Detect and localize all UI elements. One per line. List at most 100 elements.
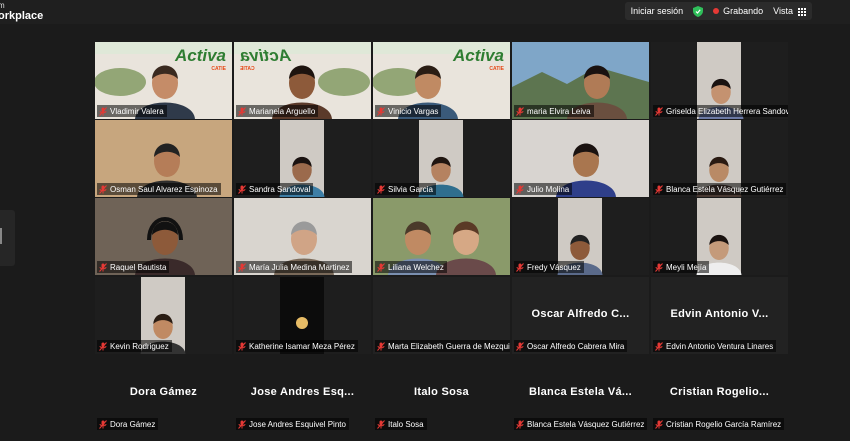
participant-tile[interactable]: Griselda Elizabeth Herrera Sandoval xyxy=(651,42,788,119)
participant-big-name: Blanca Estela Vá... xyxy=(529,386,632,398)
participant-tile[interactable]: Activa CATIE Vinicio Vargas xyxy=(373,42,510,119)
participant-name: Vladimir Valera xyxy=(110,106,164,116)
participant-name-tag: Fredy Vásquez xyxy=(514,261,584,273)
recording-indicator[interactable]: Grabando xyxy=(713,6,763,16)
recording-dot-icon xyxy=(713,8,720,14)
grid-view-icon xyxy=(798,7,806,16)
participant-tile[interactable]: Activa CATIE Marianela Arguello xyxy=(234,42,371,119)
muted-mic-icon xyxy=(99,262,110,272)
muted-mic-icon xyxy=(655,262,666,272)
participant-big-name: Dora Gámez xyxy=(129,386,198,398)
participant-name: Silvia Garcia xyxy=(388,184,433,194)
participant-name-tag: Blanca Estela Vásquez Gutiérrez xyxy=(514,418,648,430)
participant-name-tag: Jose Andres Esquivel Pinto xyxy=(236,418,349,430)
participant-tile[interactable]: Julio Molina xyxy=(512,120,649,197)
participant-tile[interactable]: Dora Gámez Dora Gámez xyxy=(95,355,232,432)
participant-name: Griselda Elizabeth Herrera Sandoval xyxy=(666,106,788,116)
participant-tile[interactable]: Marta Elizabeth Guerra de Mezquita xyxy=(373,277,510,354)
participant-name: Liliana Welchez xyxy=(388,262,444,272)
participant-name: Fredy Vásquez xyxy=(527,262,581,272)
view-label: Vista xyxy=(773,6,793,16)
participant-name-tag: Marta Elizabeth Guerra de Mezquita xyxy=(375,340,510,352)
muted-mic-icon xyxy=(516,419,527,429)
participant-big-name: Italo Sosa xyxy=(414,386,469,398)
participant-name: Marta Elizabeth Guerra de Mezquita xyxy=(388,341,510,351)
participant-name: Dora Gámez xyxy=(110,419,156,429)
participant-tile[interactable]: Fredy Vásquez xyxy=(512,198,649,275)
muted-mic-icon xyxy=(238,184,249,194)
participant-tile[interactable]: Cristian Rogelio... Cristian Rogelio Garc… xyxy=(651,355,788,432)
participant-name: Marianela Arguello xyxy=(249,106,316,116)
muted-mic-icon xyxy=(377,341,388,351)
participant-tile[interactable]: Oscar Alfredo C... Oscar Alfredo Cabrera … xyxy=(512,277,649,354)
participant-name: Vinicio Vargas xyxy=(388,106,439,116)
participant-tile[interactable]: Kevin Rodriguez xyxy=(95,277,232,354)
participant-tile[interactable]: Meyli Mejía xyxy=(651,198,788,275)
activa-logo: Activa CATIE xyxy=(240,46,292,72)
muted-mic-icon xyxy=(99,419,110,429)
participant-tile[interactable]: Osman Saul Alvarez Espinoza xyxy=(95,120,232,197)
participant-name-tag: Dora Gámez xyxy=(97,418,159,430)
app-logo-line2: orkplace xyxy=(0,10,44,22)
participant-name: Meyli Mejía xyxy=(666,262,707,272)
app-logo: m orkplace xyxy=(0,1,44,22)
participant-tile[interactable]: Katherine Isamar Meza Pérez xyxy=(234,277,371,354)
participant-name: maria Elvira Leiva xyxy=(527,106,591,116)
participant-tile[interactable]: Blanca Estela Vásquez Gutiérrez xyxy=(651,120,788,197)
participant-name: Blanca Estela Vásquez Gutiérrez xyxy=(527,419,645,429)
participant-tile[interactable]: Liliana Welchez xyxy=(373,198,510,275)
participant-name-tag: Edvin Antonio Ventura Linares xyxy=(653,340,777,352)
muted-mic-icon xyxy=(655,106,666,116)
participant-tile[interactable]: Activa CATIE Vladimir Valera xyxy=(95,42,232,119)
participant-name-tag: Oscar Alfredo Cabrera Mira xyxy=(514,340,628,352)
participant-tile[interactable]: Raquel Bautista xyxy=(95,198,232,275)
participant-name-tag: Griselda Elizabeth Herrera Sandoval xyxy=(653,105,788,117)
participant-name: Edvin Antonio Ventura Linares xyxy=(666,341,774,351)
recording-label: Grabando xyxy=(723,6,764,16)
top-bar: m orkplace Iniciar sesión Grabando Vista xyxy=(0,0,850,24)
participant-name-tag: Liliana Welchez xyxy=(375,261,447,273)
sign-in-button[interactable]: Iniciar sesión xyxy=(631,6,684,16)
muted-mic-icon xyxy=(238,262,249,272)
participant-name-tag: Sandra Sandoval xyxy=(236,183,314,195)
muted-mic-icon xyxy=(516,184,527,194)
participant-name-tag: Meyli Mejía xyxy=(653,261,710,273)
activa-logo: Activa CATIE xyxy=(174,46,226,72)
participant-tile[interactable]: Sandra Sandoval xyxy=(234,120,371,197)
participant-name-tag: Vinicio Vargas xyxy=(375,105,442,117)
participant-tile[interactable]: María Julia Medina Martinez xyxy=(234,198,371,275)
side-panel-handle[interactable] xyxy=(0,210,15,266)
participant-big-name: Oscar Alfredo C... xyxy=(531,308,630,320)
participant-tile[interactable]: Jose Andres Esq... Jose Andres Esquivel P… xyxy=(234,355,371,432)
participant-tile[interactable]: Italo Sosa Italo Sosa xyxy=(373,355,510,432)
shield-icon[interactable] xyxy=(693,5,704,17)
participant-name-tag: Vladimir Valera xyxy=(97,105,167,117)
participant-tile[interactable]: Silvia Garcia xyxy=(373,120,510,197)
participant-name-tag: Cristian Rogelio García Ramírez xyxy=(653,418,785,430)
participant-name: Cristian Rogelio García Ramírez xyxy=(666,419,782,429)
participant-name: Oscar Alfredo Cabrera Mira xyxy=(527,341,625,351)
participant-tile[interactable]: Blanca Estela Vá... Blanca Estela Vásquez… xyxy=(512,355,649,432)
participant-tile[interactable]: maria Elvira Leiva xyxy=(512,42,649,119)
muted-mic-icon xyxy=(238,341,249,351)
activa-logo: Activa CATIE xyxy=(452,46,504,72)
participant-name: Julio Molina xyxy=(527,184,570,194)
participant-name: Sandra Sandoval xyxy=(249,184,311,194)
muted-mic-icon xyxy=(99,341,110,351)
participant-name: Raquel Bautista xyxy=(110,262,167,272)
participant-name: Italo Sosa xyxy=(388,419,424,429)
participant-name-tag: Silvia Garcia xyxy=(375,183,436,195)
participant-name-tag: Blanca Estela Vásquez Gutiérrez xyxy=(653,183,787,195)
muted-mic-icon xyxy=(655,419,666,429)
participant-name: María Julia Medina Martinez xyxy=(249,262,350,272)
participant-name-tag: Julio Molina xyxy=(514,183,573,195)
muted-mic-icon xyxy=(516,341,527,351)
muted-mic-icon xyxy=(377,184,388,194)
participant-name-tag: Osman Saul Alvarez Espinoza xyxy=(97,183,221,195)
muted-mic-icon xyxy=(99,184,110,194)
participant-name-tag: maria Elvira Leiva xyxy=(514,105,594,117)
participant-name-tag: Marianela Arguello xyxy=(236,105,319,117)
participant-tile[interactable]: Edvin Antonio V... Edvin Antonio Ventura … xyxy=(651,277,788,354)
muted-mic-icon xyxy=(238,106,249,116)
view-button[interactable]: Vista xyxy=(773,6,806,16)
